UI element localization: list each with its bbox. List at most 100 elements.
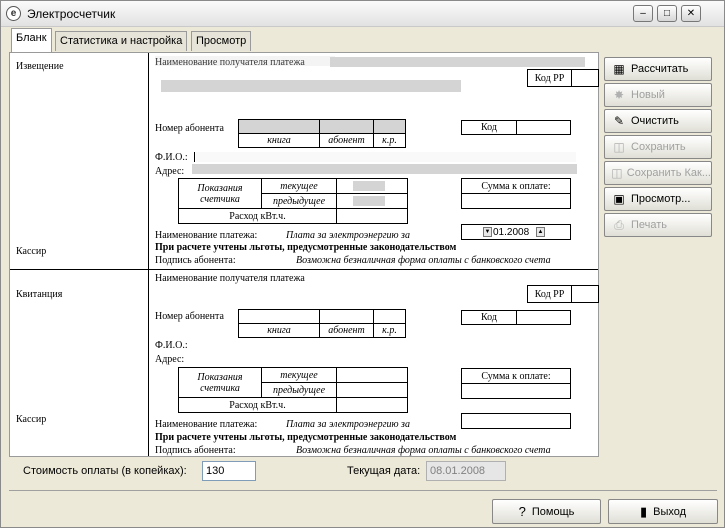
help-button[interactable]: ? Помощь: [492, 499, 601, 524]
receipt-period-field[interactable]: [461, 413, 571, 429]
save-as-button[interactable]: ◫ Сохранить Как...: [604, 161, 712, 185]
notice-consumption-label: Расход кВт.ч.: [178, 208, 337, 224]
notice-code-field[interactable]: [516, 120, 571, 135]
receipt-account-book-field[interactable]: [238, 309, 320, 324]
tab-blank[interactable]: Бланк: [11, 28, 52, 52]
notice-section-label: Извещение: [16, 61, 64, 72]
notice-period-value: 01.2008: [493, 227, 530, 238]
section-divider: [10, 269, 598, 270]
notice-recipient-field-2[interactable]: [161, 80, 461, 92]
clear-button-label: Очистить: [631, 115, 679, 127]
receipt-meter-readings-label: Показания счетчика: [178, 367, 262, 398]
receipt-consumption-field[interactable]: [336, 397, 408, 413]
calculator-icon: ▦: [613, 62, 625, 76]
exit-button-label: Выход: [653, 505, 687, 518]
calculate-button-label: Рассчитать: [631, 63, 689, 75]
tab-preview[interactable]: Просмотр: [191, 31, 252, 51]
new-button[interactable]: ✸ Новый: [604, 83, 712, 107]
notice-code-rr-label: Код РР: [527, 69, 572, 87]
receipt-payment-name-value: Плата за электроэнергию за: [286, 419, 410, 430]
notice-account-subscriber-field[interactable]: [319, 119, 374, 134]
maximize-button[interactable]: □: [657, 5, 677, 22]
receipt-current-label: текущее: [261, 367, 337, 383]
receipt-payment-name-label: Наименование платежа:: [155, 419, 258, 430]
bottom-separator: [9, 490, 717, 491]
receipt-account-subscriber-field[interactable]: [319, 309, 374, 324]
floppy-icon: ▣: [613, 192, 625, 206]
maximize-icon: □: [663, 8, 671, 19]
cost-input[interactable]: [202, 461, 256, 481]
notice-payment-name-value: Плата за электроэнергию за: [286, 230, 410, 241]
receipt-previous-reading-field[interactable]: [336, 382, 408, 398]
receipt-kr-label: к.р.: [373, 323, 406, 338]
notice-code-label: Код: [461, 120, 517, 135]
notice-code-rr-field[interactable]: [571, 69, 599, 87]
app-icon: e: [6, 6, 21, 21]
receipt-account-label: Номер абонента: [155, 311, 224, 322]
receipt-cashier-label: Кассир: [16, 414, 47, 425]
arrow-down-icon: ▼: [484, 229, 491, 235]
save-button-label: Сохранить: [631, 141, 686, 153]
exit-door-icon: ▮: [639, 503, 648, 519]
notice-previous-reading-value: [353, 196, 385, 206]
preview-button[interactable]: ▣ Просмотр...: [604, 187, 712, 211]
notice-cashless-note: Возможна безналичная форма оплаты с банк…: [296, 255, 551, 266]
notice-fio-field[interactable]: [196, 152, 576, 162]
notice-account-label: Номер абонента: [155, 123, 224, 134]
notice-subscriber-label: абонент: [319, 133, 374, 148]
notice-account-book-field[interactable]: [238, 119, 320, 134]
receipt-account-kr-field[interactable]: [373, 309, 406, 324]
notice-meter-readings-label: Показания счетчика: [178, 178, 262, 209]
cost-label: Стоимость оплаты (в копейках):: [23, 465, 187, 477]
new-sparkle-icon: ✸: [613, 88, 625, 102]
receipt-amount-due-field[interactable]: [461, 383, 571, 399]
receipt-code-rr-field[interactable]: [571, 285, 599, 303]
receipt-consumption-label: Расход кВт.ч.: [178, 397, 337, 413]
save-as-button-label: Сохранить Как...: [626, 167, 711, 179]
receipt-amount-due-label: Сумма к оплате:: [461, 368, 571, 384]
notice-consumption-field[interactable]: [336, 208, 408, 224]
notice-current-label: текущее: [261, 178, 337, 194]
save-icon: ◫: [613, 140, 625, 154]
notice-amount-due-label: Сумма к оплате:: [461, 178, 571, 194]
payment-form-panel: Извещение Кассир Наименование получателя…: [9, 52, 599, 457]
notice-benefits-note: При расчете учтены льготы, предусмотренн…: [155, 242, 457, 253]
app-window: e Электросчетчик – □ ✕ Бланк Статистика …: [0, 0, 725, 528]
save-button[interactable]: ◫ Сохранить: [604, 135, 712, 159]
print-button-label: Печать: [631, 219, 668, 231]
receipt-book-label: книга: [238, 323, 320, 338]
current-date-label: Текущая дата:: [347, 465, 421, 477]
notice-amount-due-field[interactable]: [461, 193, 571, 209]
receipt-section-label: Квитанция: [16, 289, 63, 300]
notice-kr-label: к.р.: [373, 133, 406, 148]
minimize-button[interactable]: –: [633, 5, 653, 22]
new-button-label: Новый: [631, 89, 665, 101]
notice-book-label: книга: [238, 133, 320, 148]
receipt-current-reading-field[interactable]: [336, 367, 408, 383]
receipt-cashless-note: Возможна безналичная форма оплаты с банк…: [296, 445, 551, 456]
notice-recipient-field-1[interactable]: [330, 57, 585, 67]
preview-button-label: Просмотр...: [631, 193, 691, 205]
column-divider: [148, 53, 149, 456]
receipt-code-field[interactable]: [516, 310, 571, 325]
notice-address-label: Адрес:: [155, 166, 185, 177]
close-icon: ✕: [686, 8, 696, 19]
receipt-code-rr-label: Код РР: [527, 285, 572, 303]
calculate-button[interactable]: ▦ Рассчитать: [604, 57, 712, 81]
exit-button[interactable]: ▮ Выход: [608, 499, 718, 524]
period-up-spinner[interactable]: ▲: [536, 227, 545, 237]
title-bar: e Электросчетчик – □ ✕: [1, 1, 724, 27]
receipt-benefits-note: При расчете учтены льготы, предусмотренн…: [155, 432, 457, 443]
notice-account-kr-field[interactable]: [373, 119, 406, 134]
save-as-icon: ◫: [611, 166, 623, 180]
tab-statistics-settings[interactable]: Статистика и настройка: [55, 31, 188, 51]
close-button[interactable]: ✕: [681, 5, 701, 22]
printer-icon: ⎙: [614, 217, 624, 232]
period-down-spinner[interactable]: ▼: [483, 227, 492, 237]
minimize-icon: –: [640, 8, 646, 19]
notice-address-field[interactable]: [192, 164, 577, 174]
print-button[interactable]: ⎙ Печать: [604, 213, 712, 237]
notice-previous-label: предыдущее: [261, 193, 337, 209]
clear-button[interactable]: ✎ Очистить: [604, 109, 712, 133]
arrow-up-icon: ▲: [537, 229, 544, 235]
